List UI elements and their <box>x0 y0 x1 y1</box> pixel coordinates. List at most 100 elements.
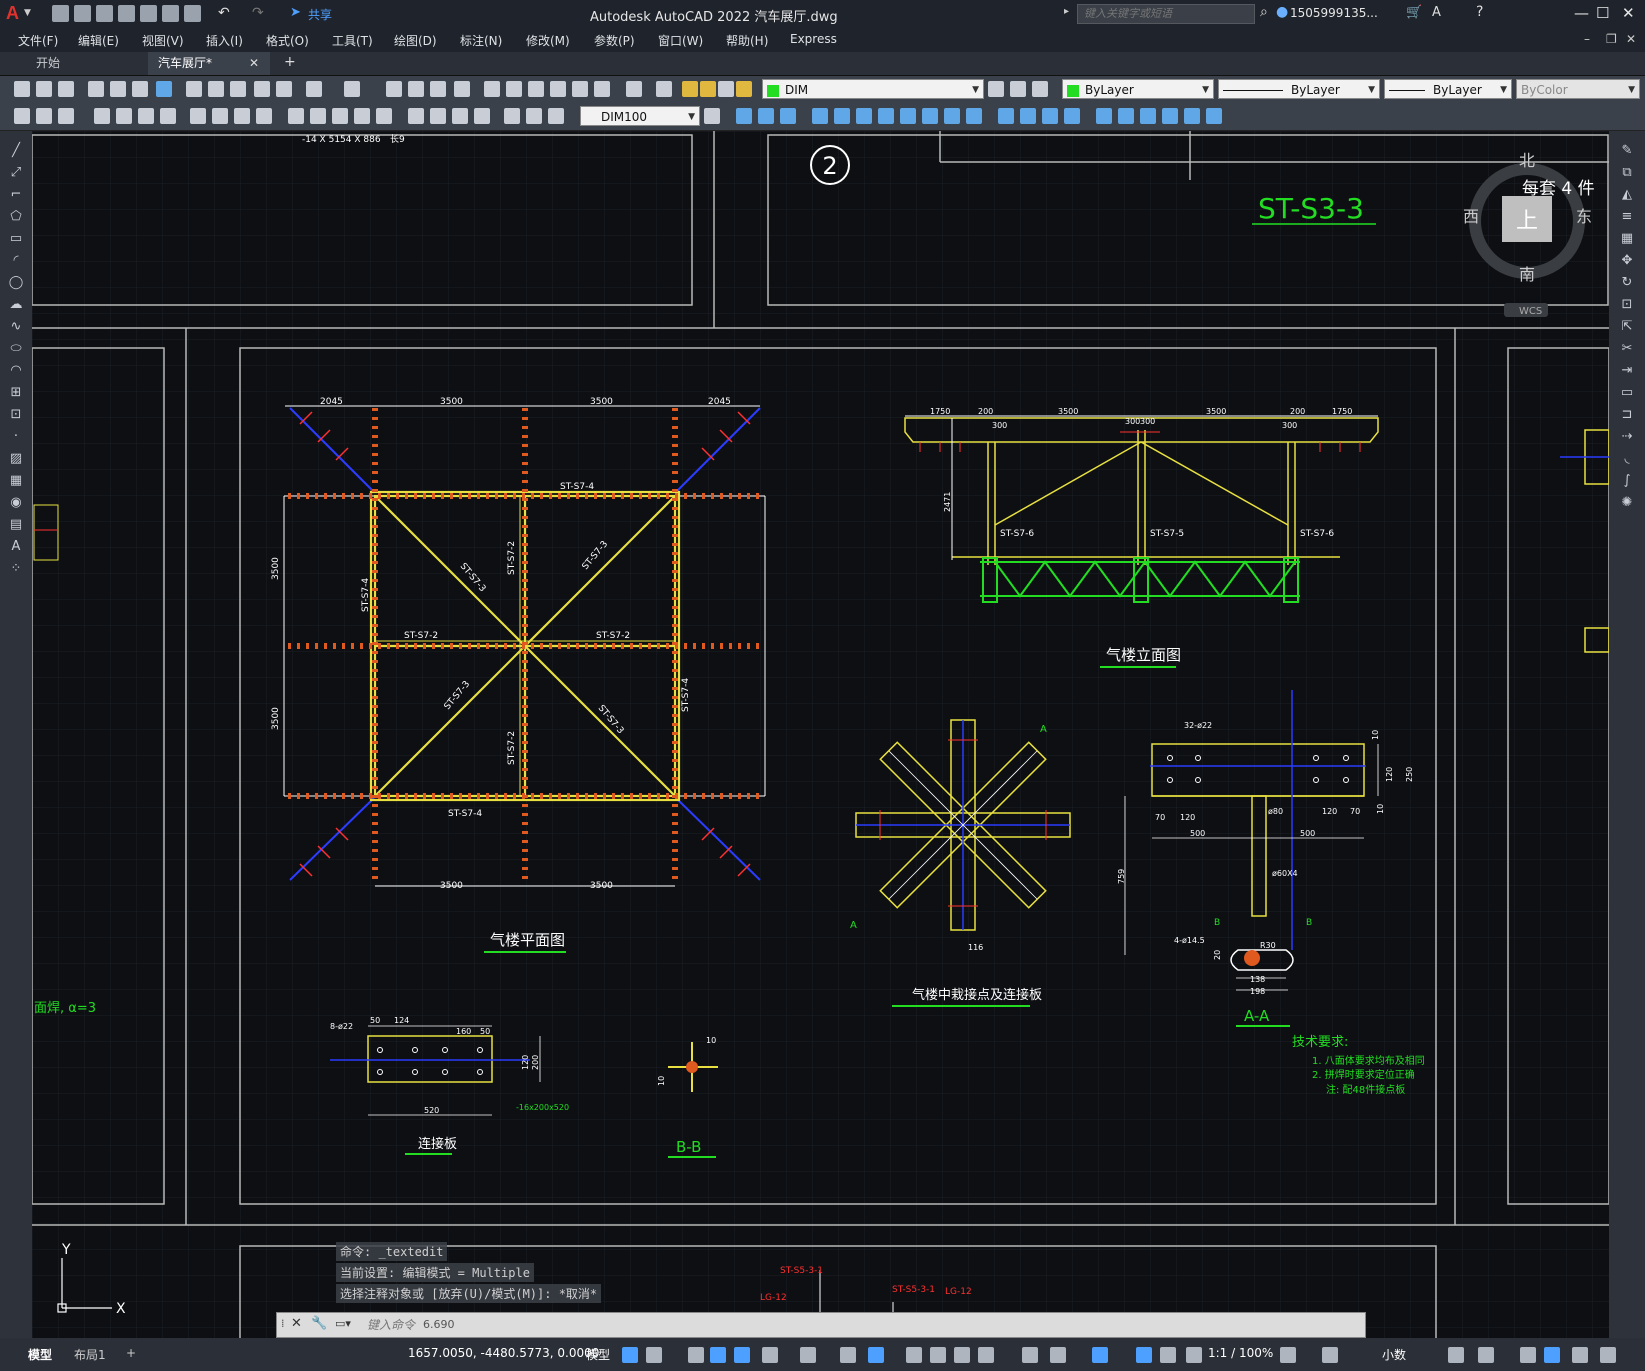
doc-close-icon[interactable]: ✕ <box>1626 32 1636 46</box>
menu-window[interactable]: 窗口(W) <box>658 32 703 49</box>
dim-break-icon[interactable] <box>376 108 392 124</box>
dimstyle-select[interactable]: DIM100 ▼ <box>580 106 700 126</box>
extend-icon[interactable]: ⇥ <box>1619 363 1635 379</box>
tab-model[interactable]: 模型 <box>28 1346 52 1363</box>
share-icon[interactable]: ➤ <box>290 5 301 20</box>
open-web-icon[interactable] <box>140 5 157 22</box>
extrude-icon[interactable] <box>812 108 828 124</box>
menu-parametric[interactable]: 参数(P) <box>594 32 635 49</box>
dynamic-input-icon[interactable] <box>710 1347 726 1363</box>
cut-icon[interactable] <box>186 81 202 97</box>
redo-icon[interactable] <box>344 81 360 97</box>
color-select[interactable]: ByLayer ▼ <box>1062 79 1214 99</box>
ellipse-icon[interactable]: ⬭ <box>8 341 24 357</box>
make-block-icon[interactable]: ⊡ <box>8 407 24 423</box>
dim-radius-icon[interactable] <box>190 108 206 124</box>
drawing-canvas[interactable]: -14 X 5154 X 886 长9 2 ST-S3-3 上 北 南 西 东 … <box>32 131 1609 1338</box>
annotation-scale-icon[interactable] <box>1186 1347 1202 1363</box>
dynamic-ucs-icon[interactable] <box>1022 1347 1038 1363</box>
save-icon[interactable] <box>96 5 113 22</box>
app-logo-icon[interactable]: A <box>6 3 19 24</box>
gradient-icon[interactable]: ▦ <box>8 473 24 489</box>
doc-restore-icon[interactable]: ❐ <box>1606 32 1617 46</box>
jogged-linear-icon[interactable] <box>474 108 490 124</box>
attribute-icon[interactable] <box>58 108 74 124</box>
grip-icon[interactable]: ⁞ <box>281 1317 285 1330</box>
pan-icon[interactable] <box>386 81 402 97</box>
dim-angular-icon[interactable] <box>256 108 272 124</box>
clean-screen-icon[interactable] <box>1572 1347 1588 1363</box>
render-icon[interactable] <box>1020 108 1036 124</box>
viewcube-east[interactable]: 东 <box>1576 207 1592 226</box>
add-layout-button[interactable]: + <box>126 1346 136 1360</box>
search-icon[interactable]: ⌕ <box>1260 4 1268 20</box>
plot-icon[interactable] <box>88 81 104 97</box>
app-menu-dropdown-icon[interactable]: ▼ <box>24 8 31 18</box>
polar-tracking-icon[interactable] <box>762 1347 778 1363</box>
isodraft-icon[interactable] <box>800 1347 816 1363</box>
array-icon[interactable]: ▦ <box>1619 231 1635 247</box>
menu-tools[interactable]: 工具(T) <box>332 32 373 49</box>
layer-previous-icon[interactable] <box>1032 81 1048 97</box>
tolerance-icon[interactable] <box>408 108 424 124</box>
quick-dim-icon[interactable] <box>288 108 304 124</box>
loft-icon[interactable] <box>900 108 916 124</box>
command-input[interactable]: 键入命令 <box>367 1316 415 1333</box>
zoom-realtime-icon[interactable] <box>408 81 424 97</box>
open-icon[interactable] <box>36 81 52 97</box>
auto-scale-icon[interactable] <box>1160 1347 1176 1363</box>
dim-diameter-icon[interactable] <box>234 108 250 124</box>
3d-move-icon[interactable] <box>944 108 960 124</box>
coordinates-readout[interactable]: 1657.0050, -4480.5773, 0.0000 <box>408 1346 599 1360</box>
circle-icon[interactable]: ◯ <box>8 275 24 291</box>
new-icon[interactable] <box>14 81 30 97</box>
help-icon[interactable]: ? <box>1476 4 1483 20</box>
3d-rotate-icon[interactable] <box>966 108 982 124</box>
spline-icon[interactable]: ∿ <box>8 319 24 335</box>
union-icon[interactable] <box>758 108 774 124</box>
mtext-icon[interactable]: A <box>8 539 24 555</box>
rectangle-icon[interactable]: ▭ <box>8 231 24 247</box>
visual-style-icon[interactable] <box>998 108 1014 124</box>
dim-arc-icon[interactable] <box>138 108 154 124</box>
polygon-icon[interactable]: ⬠ <box>8 209 24 225</box>
slice-icon[interactable] <box>922 108 938 124</box>
menu-help[interactable]: 帮助(H) <box>726 32 768 49</box>
paste-icon[interactable] <box>230 81 246 97</box>
selection-cycling-icon[interactable] <box>954 1347 970 1363</box>
match-prop-icon[interactable] <box>254 81 270 97</box>
maximize-icon[interactable]: ☐ <box>1596 4 1609 22</box>
object-snap-icon[interactable] <box>868 1347 884 1363</box>
mirror-icon[interactable]: ◭ <box>1619 187 1635 203</box>
save-web-icon[interactable] <box>162 5 179 22</box>
copy-object-icon[interactable]: ⧉ <box>1619 165 1635 181</box>
close-command-icon[interactable]: ✕ <box>291 1316 302 1331</box>
ucs-world-icon[interactable] <box>1118 108 1134 124</box>
block-icon[interactable] <box>14 108 30 124</box>
dim-ordinate-icon[interactable] <box>160 108 176 124</box>
plot-icon[interactable] <box>184 5 201 22</box>
annotation-visibility-icon[interactable] <box>1136 1347 1152 1363</box>
cart-icon[interactable]: 🛒 <box>1406 5 1422 20</box>
minimize-icon[interactable]: — <box>1574 4 1589 22</box>
lineweight-icon[interactable] <box>906 1347 922 1363</box>
layer-match-icon[interactable] <box>1010 81 1026 97</box>
object-snap-tracking-icon[interactable] <box>840 1347 856 1363</box>
dim-baseline-icon[interactable] <box>310 108 326 124</box>
copy-icon[interactable] <box>208 81 224 97</box>
customization-icon[interactable] <box>1600 1347 1616 1363</box>
sheet-set-icon[interactable] <box>550 81 566 97</box>
zoom-previous-icon[interactable] <box>454 81 470 97</box>
3d-osnap-icon[interactable] <box>978 1347 994 1363</box>
dim-jogged-icon[interactable] <box>212 108 228 124</box>
lights-icon[interactable] <box>1064 108 1080 124</box>
table-icon[interactable]: ▤ <box>8 517 24 533</box>
line-icon[interactable]: ╱ <box>8 143 24 159</box>
units-select[interactable]: 小数 <box>1382 1346 1406 1363</box>
hatch-icon[interactable]: ▨ <box>8 451 24 467</box>
dim-update-icon[interactable] <box>548 108 564 124</box>
graphics-performance-icon[interactable] <box>1544 1347 1560 1363</box>
menu-file[interactable]: 文件(F) <box>18 32 58 49</box>
customize-icon[interactable]: 🔧 <box>311 1316 327 1331</box>
insert-block-icon[interactable]: ⊞ <box>8 385 24 401</box>
